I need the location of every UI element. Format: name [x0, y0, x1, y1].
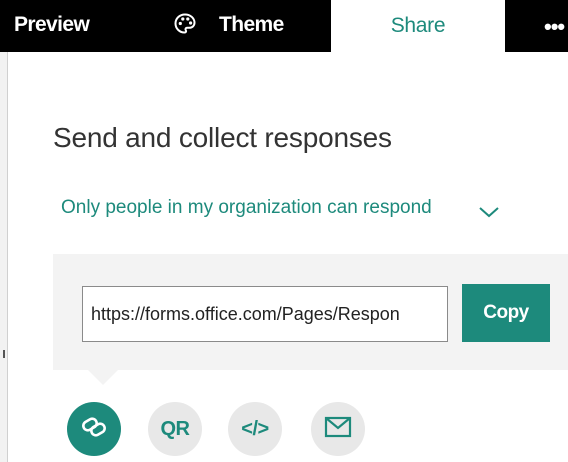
- embed-option-button[interactable]: </>: [228, 402, 282, 456]
- left-panel-edge: [0, 52, 8, 462]
- share-link-input[interactable]: [82, 286, 448, 342]
- link-icon: [79, 412, 109, 447]
- top-bar: Preview Theme Share •••: [0, 0, 568, 52]
- email-icon: [323, 415, 353, 444]
- palette-icon[interactable]: [173, 12, 197, 36]
- audience-dropdown[interactable]: Only people in my organization can respo…: [61, 197, 432, 219]
- qr-code-option-button[interactable]: QR: [148, 402, 202, 456]
- theme-button[interactable]: Theme: [219, 0, 284, 52]
- preview-button[interactable]: Preview: [14, 0, 90, 52]
- more-options-button[interactable]: •••: [544, 14, 565, 40]
- link-option-button[interactable]: [67, 402, 121, 456]
- chevron-down-icon[interactable]: [478, 205, 500, 219]
- copy-button[interactable]: Copy: [462, 284, 550, 342]
- email-option-button[interactable]: [311, 402, 365, 456]
- embed-option-label: </>: [241, 417, 269, 440]
- panel-pointer: [87, 369, 119, 385]
- left-panel-marker: [3, 350, 5, 358]
- qr-option-label: QR: [160, 417, 191, 440]
- share-heading: Send and collect responses: [53, 122, 392, 153]
- share-tab[interactable]: Share: [331, 0, 505, 52]
